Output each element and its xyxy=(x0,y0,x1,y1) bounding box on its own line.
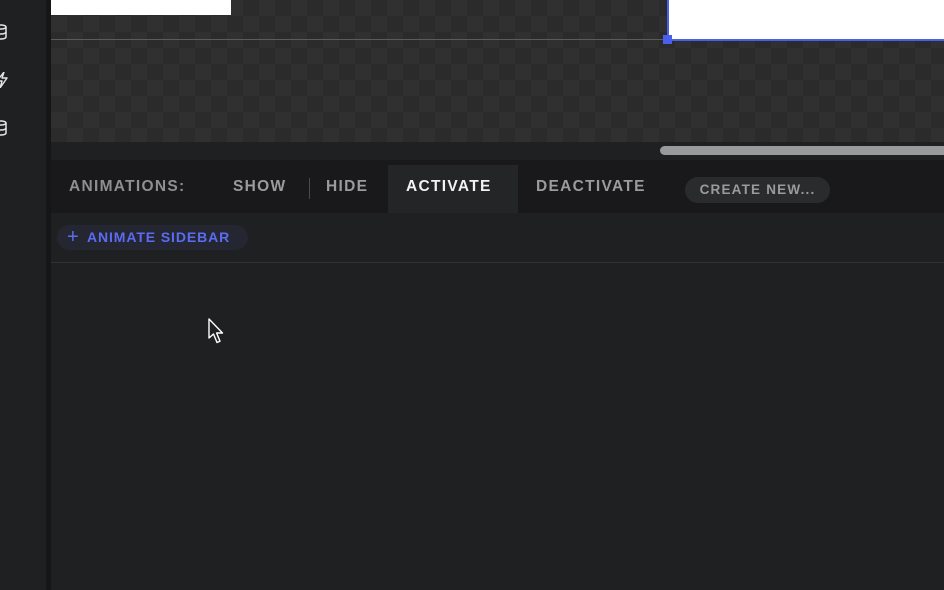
left-icon-rail xyxy=(0,0,46,590)
tab-separator xyxy=(309,178,310,199)
plus-icon: + xyxy=(67,226,80,248)
canvas-element[interactable] xyxy=(51,0,231,15)
animate-sidebar-button[interactable]: + ANIMATE SIDEBAR xyxy=(57,225,248,250)
tab-hide[interactable]: HIDE xyxy=(326,160,368,213)
design-canvas[interactable] xyxy=(51,0,944,142)
selected-canvas-element[interactable] xyxy=(667,0,944,41)
animations-toolbar: ANIMATIONS: SHOW HIDE ACTIVATE DEACTIVAT… xyxy=(51,160,944,213)
canvas-guide-line xyxy=(51,39,667,40)
resize-handle[interactable] xyxy=(663,35,672,44)
horizontal-scrollbar-thumb[interactable] xyxy=(660,146,944,155)
tab-deactivate[interactable]: DEACTIVATE xyxy=(536,160,646,213)
mouse-pointer-icon xyxy=(208,318,224,344)
tab-show[interactable]: SHOW xyxy=(233,160,286,213)
create-new-button[interactable]: CREATE NEW... xyxy=(685,177,830,203)
database-icon[interactable] xyxy=(0,24,10,40)
animations-label: ANIMATIONS: xyxy=(69,178,186,195)
tab-activate[interactable]: ACTIVATE xyxy=(406,160,492,213)
animate-sidebar-label: ANIMATE SIDEBAR xyxy=(87,229,231,245)
lightning-icon[interactable] xyxy=(0,72,10,88)
database-icon[interactable] xyxy=(0,120,10,136)
section-divider xyxy=(51,262,944,263)
